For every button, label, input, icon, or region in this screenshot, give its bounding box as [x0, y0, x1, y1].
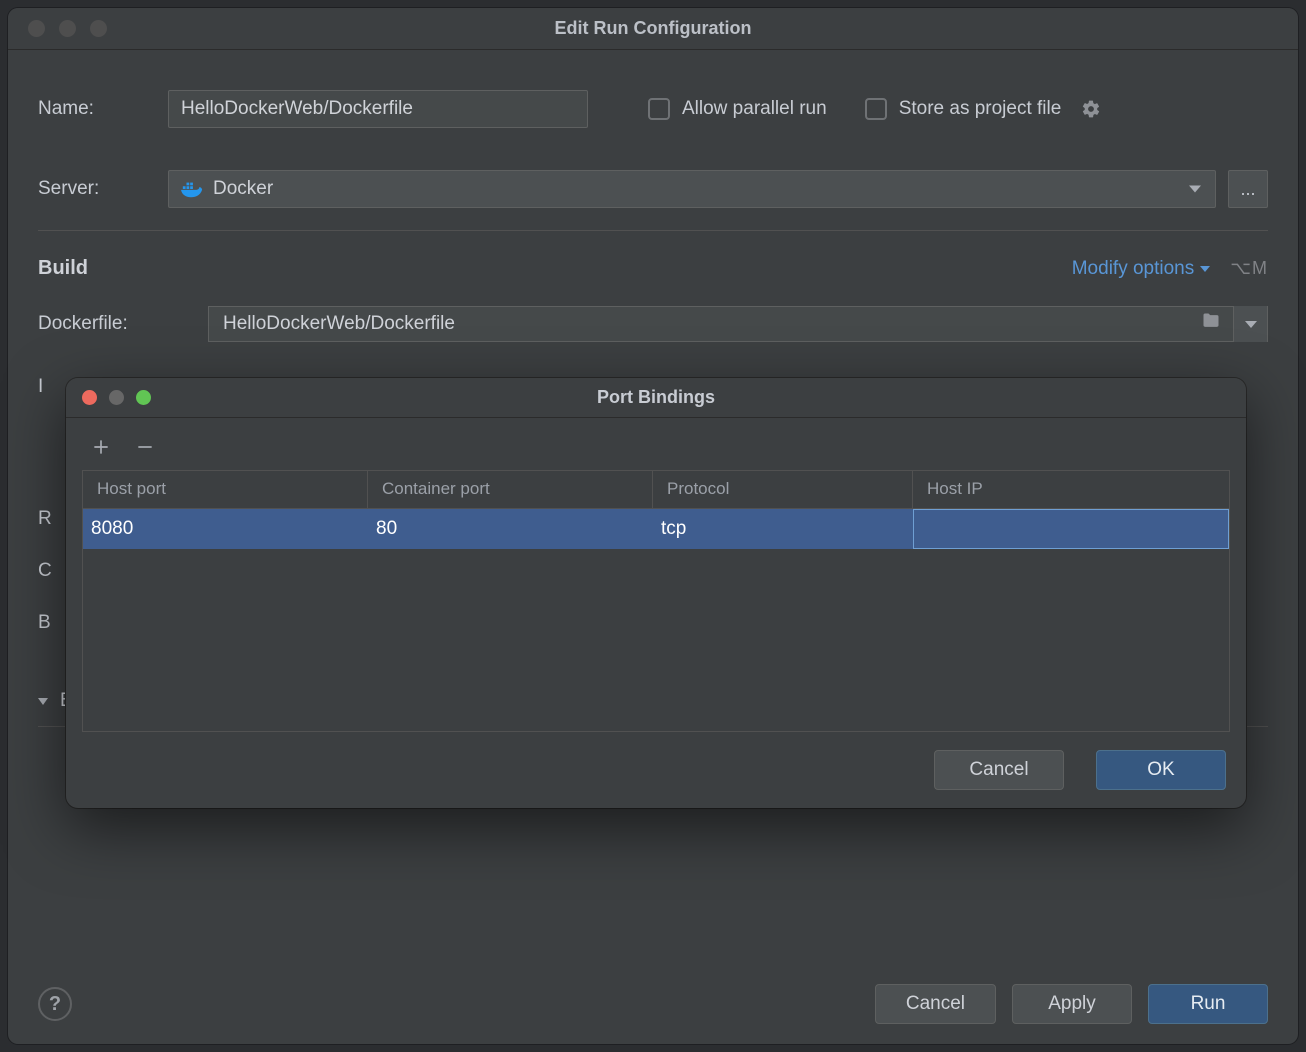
dockerfile-value: HelloDockerWeb/Dockerfile [223, 313, 455, 335]
remove-row-button[interactable] [134, 436, 156, 458]
modify-options-link[interactable]: Modify options [1072, 258, 1211, 280]
traffic-lights-modal [66, 390, 151, 405]
modal-title: Port Bindings [66, 387, 1246, 408]
traffic-lights-main [8, 20, 107, 37]
name-row: Name: Allow parallel run Store as projec… [38, 90, 1268, 128]
col-host-port[interactable]: Host port [83, 471, 368, 508]
build-title: Build [38, 257, 88, 280]
server-browse-button[interactable]: ... [1228, 170, 1268, 208]
allow-parallel-group: Allow parallel run [648, 98, 827, 120]
server-value: Docker [213, 178, 273, 200]
cell-protocol[interactable]: tcp [653, 518, 913, 540]
port-bindings-dialog: Port Bindings Host port Container port P… [66, 378, 1246, 808]
table-row[interactable]: 8080 80 tcp [83, 509, 1229, 549]
name-label: Name: [38, 98, 168, 120]
modal-footer: Cancel OK [66, 732, 1246, 808]
store-project-checkbox[interactable] [865, 98, 887, 120]
chevron-down-icon [1189, 186, 1201, 193]
add-row-button[interactable] [90, 436, 112, 458]
chevron-down-icon [1200, 266, 1210, 272]
cell-host-port[interactable]: 8080 [83, 518, 368, 540]
port-bindings-table: Host port Container port Protocol Host I… [82, 470, 1230, 732]
window-title: Edit Run Configuration [8, 18, 1298, 39]
chevron-down-icon [38, 698, 48, 705]
col-host-ip[interactable]: Host IP [913, 471, 1229, 508]
window-minimize-icon[interactable] [109, 390, 124, 405]
apply-button[interactable]: Apply [1012, 984, 1132, 1024]
table-toolbar [82, 430, 1230, 470]
shortcut-hint: ⌥M [1230, 258, 1268, 279]
folder-icon [1201, 311, 1221, 337]
dockerfile-caret[interactable] [1233, 306, 1267, 342]
dockerfile-row: Dockerfile: HelloDockerWeb/Dockerfile [38, 306, 1268, 342]
chevron-down-icon [1245, 321, 1257, 328]
table-header: Host port Container port Protocol Host I… [83, 471, 1229, 509]
modal-ok-button[interactable]: OK [1096, 750, 1226, 790]
run-button[interactable]: Run [1148, 984, 1268, 1024]
docker-icon [181, 180, 203, 198]
main-footer: ? Cancel Apply Run [8, 964, 1298, 1044]
dockerfile-label: Dockerfile: [38, 313, 208, 335]
help-button[interactable]: ? [38, 987, 72, 1021]
modal-titlebar: Port Bindings [66, 378, 1246, 418]
server-select[interactable]: Docker [168, 170, 1216, 208]
table-empty-area [83, 549, 1229, 731]
modal-cancel-button[interactable]: Cancel [934, 750, 1064, 790]
divider [38, 230, 1268, 231]
window-zoom-icon[interactable] [136, 390, 151, 405]
col-protocol[interactable]: Protocol [653, 471, 913, 508]
window-close-icon[interactable] [28, 20, 45, 37]
col-container-port[interactable]: Container port [368, 471, 653, 508]
name-input[interactable] [168, 90, 588, 128]
build-section-header: Build Modify options ⌥M [38, 257, 1268, 280]
cell-host-ip-editing[interactable] [913, 509, 1229, 549]
allow-parallel-label: Allow parallel run [682, 98, 827, 120]
dockerfile-select[interactable]: HelloDockerWeb/Dockerfile [208, 306, 1268, 342]
modal-content: Host port Container port Protocol Host I… [66, 418, 1246, 732]
cell-container-port[interactable]: 80 [368, 518, 653, 540]
window-close-icon[interactable] [82, 390, 97, 405]
cancel-button[interactable]: Cancel [875, 984, 996, 1024]
main-titlebar: Edit Run Configuration [8, 8, 1298, 50]
gear-icon[interactable] [1081, 99, 1101, 119]
allow-parallel-checkbox[interactable] [648, 98, 670, 120]
store-project-group: Store as project file [865, 98, 1102, 120]
window-zoom-icon[interactable] [90, 20, 107, 37]
store-project-label: Store as project file [899, 98, 1062, 120]
server-label: Server: [38, 178, 168, 200]
window-minimize-icon[interactable] [59, 20, 76, 37]
server-row: Server: Docker ... [38, 170, 1268, 208]
modify-options-label: Modify options [1072, 258, 1195, 280]
